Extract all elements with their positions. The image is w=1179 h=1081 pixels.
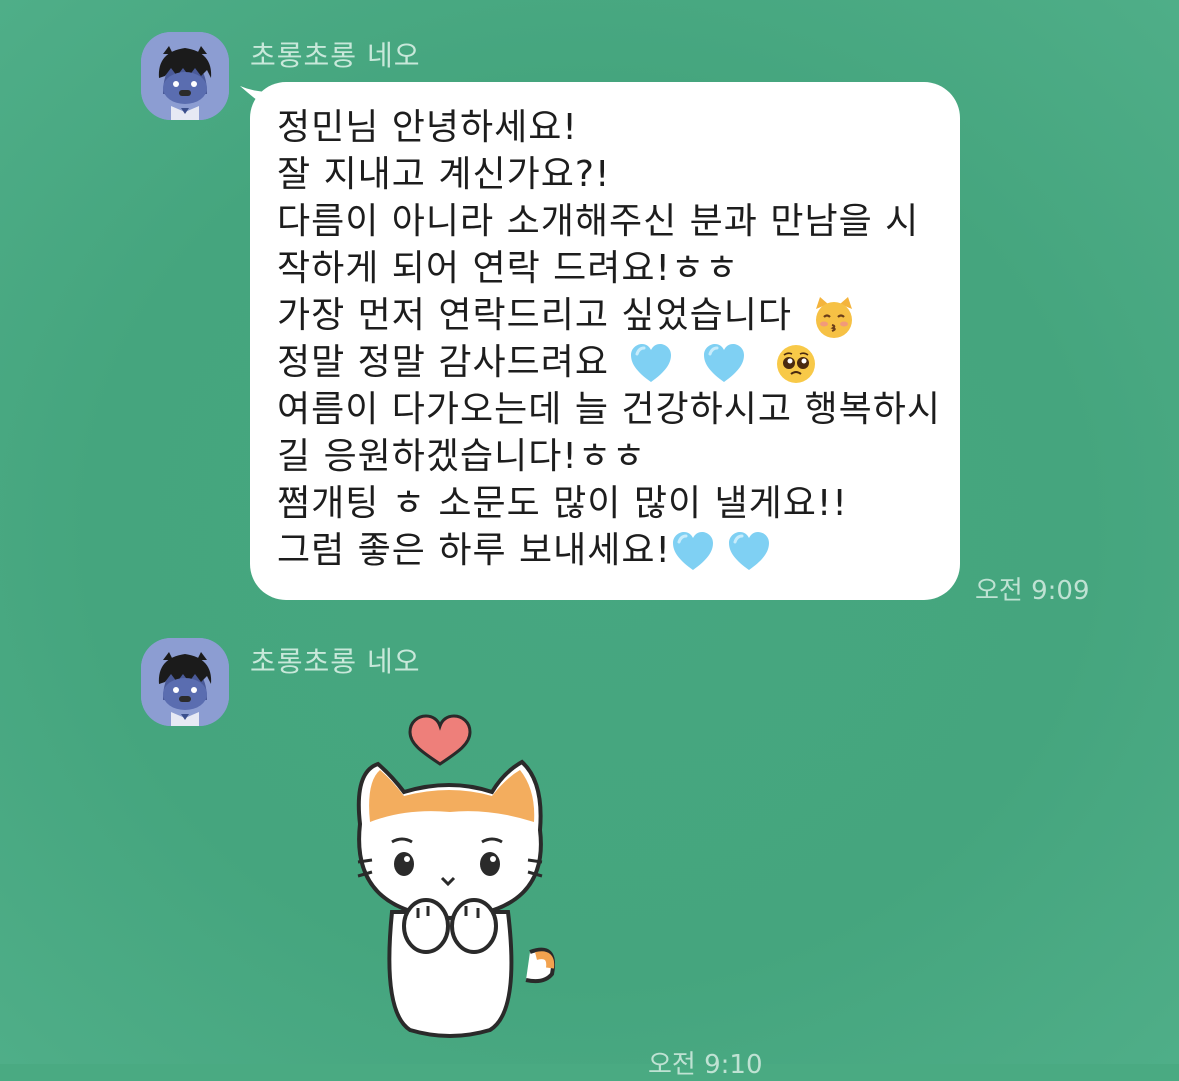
message-line-with-emoji: 가장 먼저 연락드리고 싶었습니다 [277,292,957,339]
message-line: 그럼 좋은 하루 보내세요! [277,530,671,571]
message-line: 여름이 다가오는데 늘 건강하시고 행복하시 [277,389,941,430]
crying-cat-with-heart-sticker[interactable] [330,712,570,1052]
neo-character-avatar-icon [141,32,229,120]
message-line: 정말 정말 감사드려요 [277,342,609,383]
light-blue-heart-emoji [728,532,769,570]
message-line-with-emoji: 그럼 좋은 하루 보내세요! [277,527,957,574]
message-timestamp: 오전 9:10 [648,1050,763,1080]
message-line: 가장 먼저 연락드리고 싶었습니다 [277,295,793,336]
chat-background: 초롱초롱 네오 정민님 안녕하세요! 잘 지내고 계신가요?! 다름이 아니라 … [0,0,1179,1080]
neo-character-avatar-icon [141,638,229,726]
kissing-cat-emoji [816,297,853,338]
profile-avatar[interactable] [141,32,229,120]
light-blue-heart-emoji [631,344,672,382]
light-blue-heart-emoji [703,344,744,382]
message-line: 정민님 안녕하세요! [277,107,578,148]
message-text: 정민님 안녕하세요! 잘 지내고 계신가요?! 다름이 아니라 소개해주신 분과… [277,104,957,574]
sender-name: 초롱초롱 네오 [250,39,421,72]
sender-name: 초롱초롱 네오 [250,645,421,678]
message-line: 쩜개팅 ㅎ 소문도 많이 많이 낼게요!! [277,483,848,524]
pleading-face-emoji [777,345,816,383]
profile-avatar[interactable] [141,638,229,726]
message-line: 잘 지내고 계신가요?! [277,154,611,195]
message-line: 길 응원하겠습니다!ㅎㅎ [277,436,647,477]
message-line: 작하게 되어 연락 드려요!ㅎㅎ [277,248,740,289]
light-blue-heart-emoji [672,532,713,570]
message-line: 다름이 아니라 소개해주신 분과 만남을 시 [277,201,920,242]
message-timestamp: 오전 9:09 [975,576,1090,606]
message-line-with-emoji: 정말 정말 감사드려요 [277,339,957,386]
